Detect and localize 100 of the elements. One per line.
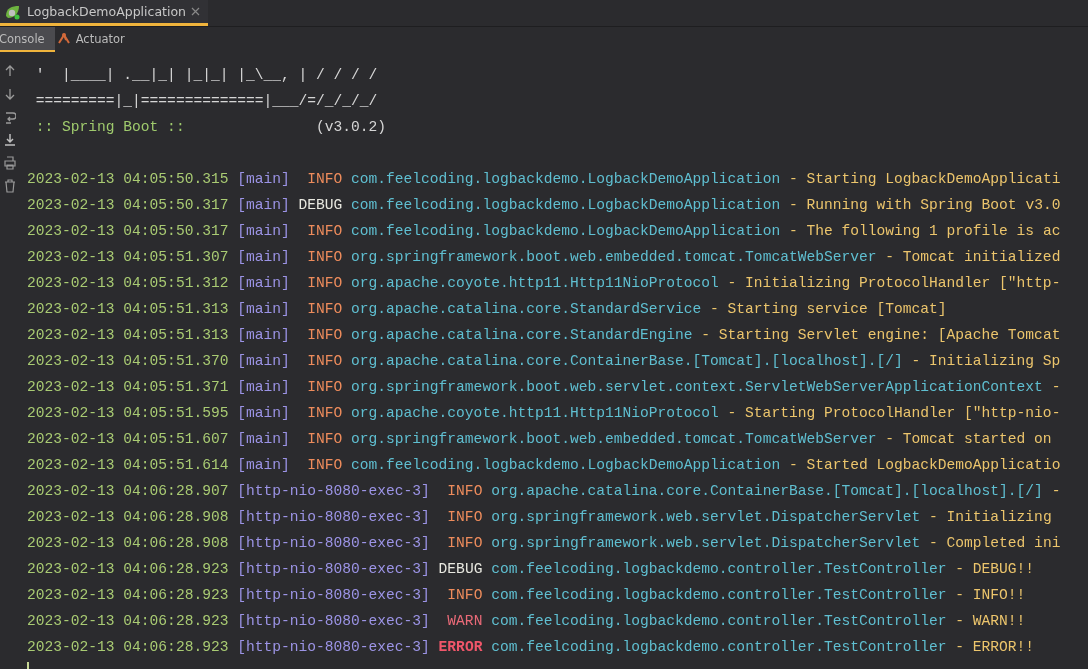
log-message: - Starting LogbackDemoApplicati [788,170,1061,189]
log-level: INFO [446,508,483,527]
log-message: - [1051,378,1061,397]
log-level: DEBUG [438,560,483,579]
thread-name: [http-nio-8080-exec-3] [237,560,430,579]
down-arrow-icon[interactable] [4,87,16,101]
thread-name: [main] [237,404,290,423]
logger-name: org.apache.catalina.core.StandardEngine [351,326,693,345]
thread-name: [main] [237,222,290,241]
log-message: - Starting ProtocolHandler ["http-nio- [727,404,1061,423]
version-text: (v3.0.2) [316,118,387,137]
logger-name: com.feelcoding.logbackdemo.controller.TestController [491,612,947,631]
log-level: WARN [446,612,483,631]
timestamp: 2023-02-13 04:06:28.908 [27,508,229,527]
logger-name: com.feelcoding.logbackdemo.LogbackDemoApplication [351,196,781,215]
thread-name: [main] [237,326,290,345]
timestamp: 2023-02-13 04:05:51.307 [27,248,229,267]
log-level: INFO [306,300,343,319]
thread-name: [main] [237,352,290,371]
thread-name: [http-nio-8080-exec-3] [237,508,430,527]
log-level: INFO [446,482,483,501]
logger-name: org.apache.coyote.http11.Http11NioProtocol [351,404,719,423]
thread-name: [main] [237,248,290,267]
thread-name: [main] [237,170,290,189]
up-arrow-icon[interactable] [4,64,16,78]
timestamp: 2023-02-13 04:05:51.371 [27,378,229,397]
thread-name: [http-nio-8080-exec-3] [237,482,430,501]
log-level: INFO [306,326,343,345]
log-message: - Initializing Sp [911,352,1061,371]
timestamp: 2023-02-13 04:06:28.923 [27,638,229,657]
log-message: - Running with Spring Boot v3.0 [788,196,1061,215]
thread-name: [http-nio-8080-exec-3] [237,612,430,631]
timestamp: 2023-02-13 04:06:28.923 [27,586,229,605]
tool-tab[interactable]: Actuator [54,27,135,52]
timestamp: 2023-02-13 04:06:28.908 [27,534,229,553]
logger-name: org.apache.catalina.core.StandardService [351,300,702,319]
thread-name: [main] [237,274,290,293]
log-level: DEBUG [298,196,343,215]
logger-name: com.feelcoding.logbackdemo.controller.TestController [491,638,947,657]
tool-tab[interactable]: Console [0,27,55,52]
log-message: - Initializing [929,508,1052,527]
banner-text: :: Spring Boot :: [34,118,185,137]
thread-name: [main] [237,196,290,215]
wrap-icon[interactable] [4,110,16,124]
timestamp: 2023-02-13 04:06:28.923 [27,560,229,579]
log-message: - DEBUG!! [955,560,1035,579]
nodes-icon [56,32,71,45]
log-level: INFO [306,222,343,241]
thread-name: [http-nio-8080-exec-3] [237,638,430,657]
thread-name: [main] [237,300,290,319]
run-tab[interactable]: LogbackDemoApplication [0,0,208,26]
logger-name: com.feelcoding.logbackdemo.LogbackDemoApplication [351,170,781,189]
logger-name: org.apache.catalina.core.ContainerBase.[Tomcat].[localhost].[/] [491,482,1043,501]
log-message: - The following 1 profile is ac [788,222,1061,241]
banner-text: =========|_|==============|___/=/_/_/_/ [34,92,378,111]
download-icon[interactable] [4,133,16,147]
log-message: - ERROR!! [955,638,1035,657]
timestamp: 2023-02-13 04:05:51.370 [27,352,229,371]
timestamp: 2023-02-13 04:05:50.315 [27,170,229,189]
log-level: INFO [306,456,343,475]
timestamp: 2023-02-13 04:05:51.312 [27,274,229,293]
log-level: INFO [446,534,483,553]
log-level: ERROR [438,638,483,657]
banner-text: ' |____| .__|_| |_|_| |_\__, | / / / / [34,66,378,85]
log-message: - Started LogbackDemoApplicatio [788,456,1061,475]
log-message: - [1051,482,1061,501]
timestamp: 2023-02-13 04:05:51.614 [27,456,229,475]
logger-name: org.springframework.boot.web.servlet.context.ServletWebServerApplicationContext [351,378,1043,397]
log-level: INFO [306,170,343,189]
timestamp: 2023-02-13 04:06:28.907 [27,482,229,501]
log-message: - INFO!! [955,586,1026,605]
log-message: - Initializing ProtocolHandler ["http- [727,274,1061,293]
logger-name: com.feelcoding.logbackdemo.controller.TestController [491,586,947,605]
logger-name: org.springframework.boot.web.embedded.tomcat.TomcatWebServer [351,430,877,449]
thread-name: [http-nio-8080-exec-3] [237,586,430,605]
thread-name: [main] [237,430,290,449]
trash-icon[interactable] [4,179,16,193]
thread-name: [http-nio-8080-exec-3] [237,534,430,553]
log-message: - Starting Servlet engine: [Apache Tomcat [701,326,1061,345]
log-message: - Tomcat initialized [885,248,1061,267]
timestamp: 2023-02-13 04:05:51.313 [27,326,229,345]
log-level: INFO [306,430,343,449]
logger-name: org.apache.coyote.http11.Http11NioProtocol [351,274,719,293]
log-message: - Starting service [Tomcat] [710,300,947,319]
log-level: INFO [306,248,343,267]
timestamp: 2023-02-13 04:06:28.923 [27,612,229,631]
log-message: - Tomcat started on [885,430,1052,449]
log-level: INFO [446,586,483,605]
logger-name: com.feelcoding.logbackdemo.LogbackDemoApplication [351,456,781,475]
close-icon[interactable] [191,7,200,16]
log-message: - Completed ini [929,534,1061,553]
log-level: INFO [306,274,343,293]
print-icon[interactable] [4,156,16,170]
thread-name: [main] [237,378,290,397]
logger-name: com.feelcoding.logbackdemo.controller.TestController [491,560,947,579]
log-level: INFO [306,378,343,397]
logger-name: org.springframework.web.servlet.DispatcherServlet [491,534,921,553]
timestamp: 2023-02-13 04:05:51.607 [27,430,229,449]
timestamp: 2023-02-13 04:05:50.317 [27,222,229,241]
leaf-icon [4,3,22,20]
